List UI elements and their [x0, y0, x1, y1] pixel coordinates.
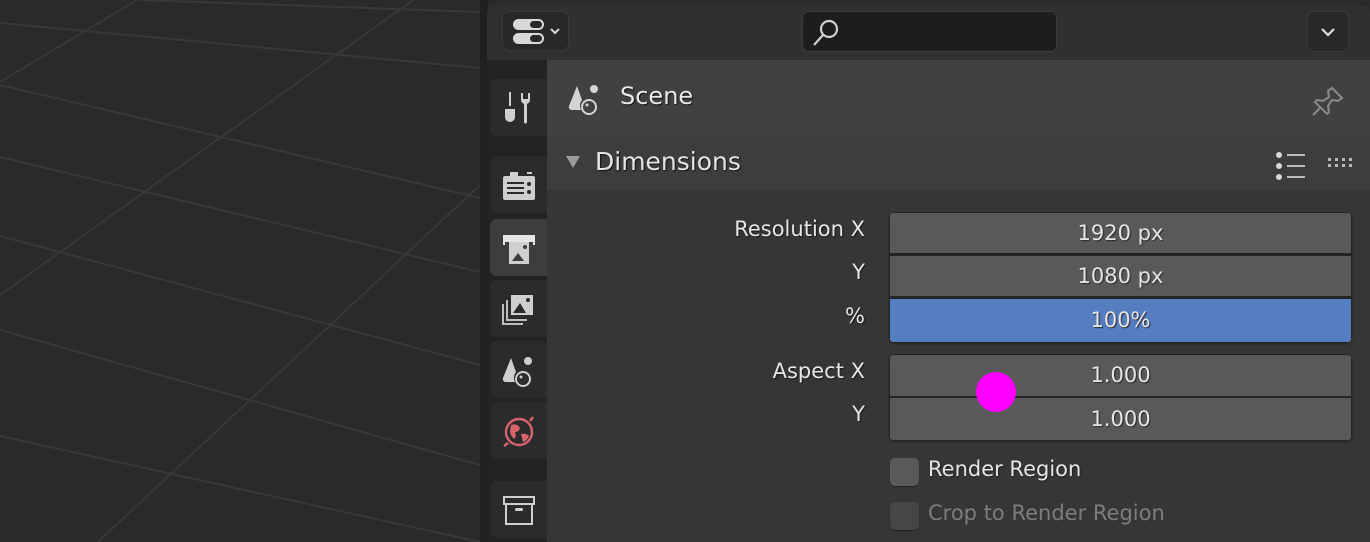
output-printer-icon: [503, 235, 535, 264]
panel-title: Dimensions: [595, 147, 741, 176]
tab-tool[interactable]: [490, 79, 547, 136]
3d-viewport[interactable]: [0, 0, 480, 542]
tab-view-layer[interactable]: [490, 280, 547, 337]
world-icon: [503, 416, 534, 447]
view-layer-icon: [502, 295, 533, 325]
aspect-y-label: Y: [852, 402, 865, 426]
resolution-percent-slider[interactable]: 100%: [890, 299, 1351, 342]
search-icon: [813, 19, 839, 46]
search-input[interactable]: [847, 18, 1051, 46]
render-region-label[interactable]: Render Region: [928, 457, 1081, 481]
editor-type-button[interactable]: [502, 11, 569, 51]
render-region-checkbox[interactable]: [890, 458, 919, 486]
aspect-x-label: Aspect X: [772, 359, 865, 383]
tab-collection[interactable]: [490, 481, 547, 538]
grid-line: [0, 22, 480, 69]
resolution-y-label: Y: [852, 260, 865, 284]
aspect-x-field[interactable]: 1.000: [890, 355, 1351, 396]
properties-editor-icon: [513, 19, 560, 44]
drag-handle-icon[interactable]: [1327, 157, 1355, 169]
resolution-field-group: 1920 px 1080 px 100%: [889, 212, 1352, 343]
aspect-y-field[interactable]: 1.000: [890, 398, 1351, 440]
grid-line: [97, 184, 480, 542]
scene-icon: [568, 85, 598, 115]
presets-list-icon[interactable]: [1274, 150, 1310, 186]
collection-box-icon: [503, 496, 535, 525]
properties-editor: Scene Dimensions Resolution X Y % 1920 p…: [487, 5, 1370, 542]
tab-world[interactable]: [490, 402, 547, 459]
dimensions-panel-header[interactable]: Dimensions: [547, 135, 1370, 190]
crop-region-checkbox[interactable]: [890, 502, 919, 530]
aspect-field-group: 1.000 1.000: [889, 354, 1352, 441]
context-label: Scene: [620, 82, 694, 110]
options-dropdown-button[interactable]: [1307, 11, 1349, 52]
grid-line: [0, 84, 480, 199]
editor-header: [487, 5, 1370, 60]
render-camera-icon: [503, 172, 535, 200]
grid-line: [0, 0, 138, 83]
resolution-x-field[interactable]: 1920 px: [890, 213, 1351, 253]
collapse-triangle-icon[interactable]: [566, 156, 580, 168]
resolution-x-label: Resolution X: [734, 217, 865, 241]
grid-line: [0, 329, 480, 466]
resolution-percent-label: %: [845, 304, 865, 328]
scene-icon: [502, 357, 532, 387]
properties-tabs: [487, 60, 547, 542]
search-field[interactable]: [802, 11, 1057, 52]
chevron-down-icon: [1321, 28, 1335, 37]
tool-icon: [505, 92, 530, 124]
tab-render[interactable]: [490, 156, 547, 213]
resolution-y-field[interactable]: 1080 px: [890, 256, 1351, 296]
context-bar: Scene: [547, 60, 1370, 135]
viewport-grid: [0, 0, 480, 542]
crop-region-label[interactable]: Crop to Render Region: [928, 501, 1165, 525]
tab-output[interactable]: [490, 219, 547, 276]
grid-line: [139, 0, 480, 13]
grid-line: [0, 435, 480, 542]
pin-icon[interactable]: [1310, 84, 1346, 120]
properties-content: Scene Dimensions Resolution X Y % 1920 p…: [547, 60, 1370, 542]
tab-scene[interactable]: [490, 341, 547, 398]
